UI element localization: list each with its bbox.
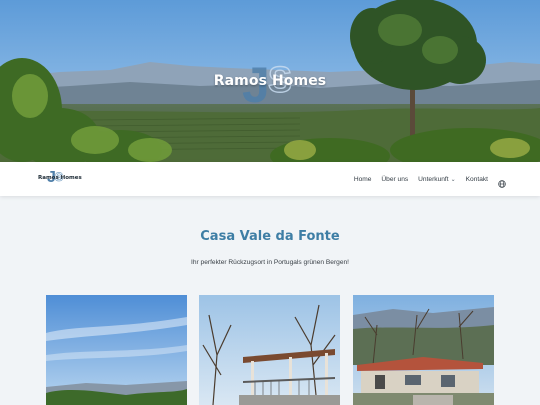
- nav-item-contact[interactable]: Kontakt: [466, 176, 488, 183]
- gallery-card-sky[interactable]: [46, 295, 187, 405]
- nav-item-label: Home: [353, 175, 372, 183]
- hero-brand-name: Ramos Homes: [213, 73, 327, 89]
- nav-item-label: Über uns: [381, 175, 409, 183]
- nav-item-accommodation[interactable]: Unterkunft ⌄: [418, 176, 455, 183]
- nav-logo[interactable]: JS Ramos Homes: [38, 170, 82, 186]
- nav-item-label: Kontakt: [465, 175, 488, 183]
- navigation-bar: JS Ramos Homes Home Über uns Unterkunft …: [0, 162, 540, 196]
- gallery-image: [46, 295, 187, 405]
- gallery-image: [353, 295, 494, 405]
- page-subtitle: Ihr perfekter Rückzugsort in Portugals g…: [191, 259, 349, 266]
- globe-icon[interactable]: [498, 175, 506, 188]
- gallery-card-house[interactable]: [353, 295, 494, 405]
- nav-item-about[interactable]: Über uns: [381, 176, 408, 183]
- nav-item-home[interactable]: Home: [354, 176, 372, 183]
- nav-item-label: Unterkunft: [418, 175, 449, 183]
- hero-banner: JS Ramos Homes: [0, 0, 540, 162]
- nav-logo-text: Ramos Homes: [38, 175, 82, 181]
- hero-logo: JS Ramos Homes: [0, 58, 540, 110]
- gallery-image: [199, 295, 340, 405]
- gallery-card-terrace[interactable]: [199, 295, 340, 405]
- page-title: Casa Vale da Fonte: [200, 229, 340, 244]
- chevron-down-icon: ⌄: [450, 176, 456, 183]
- nav-menu: Home Über uns Unterkunft ⌄ Kontakt: [344, 162, 506, 196]
